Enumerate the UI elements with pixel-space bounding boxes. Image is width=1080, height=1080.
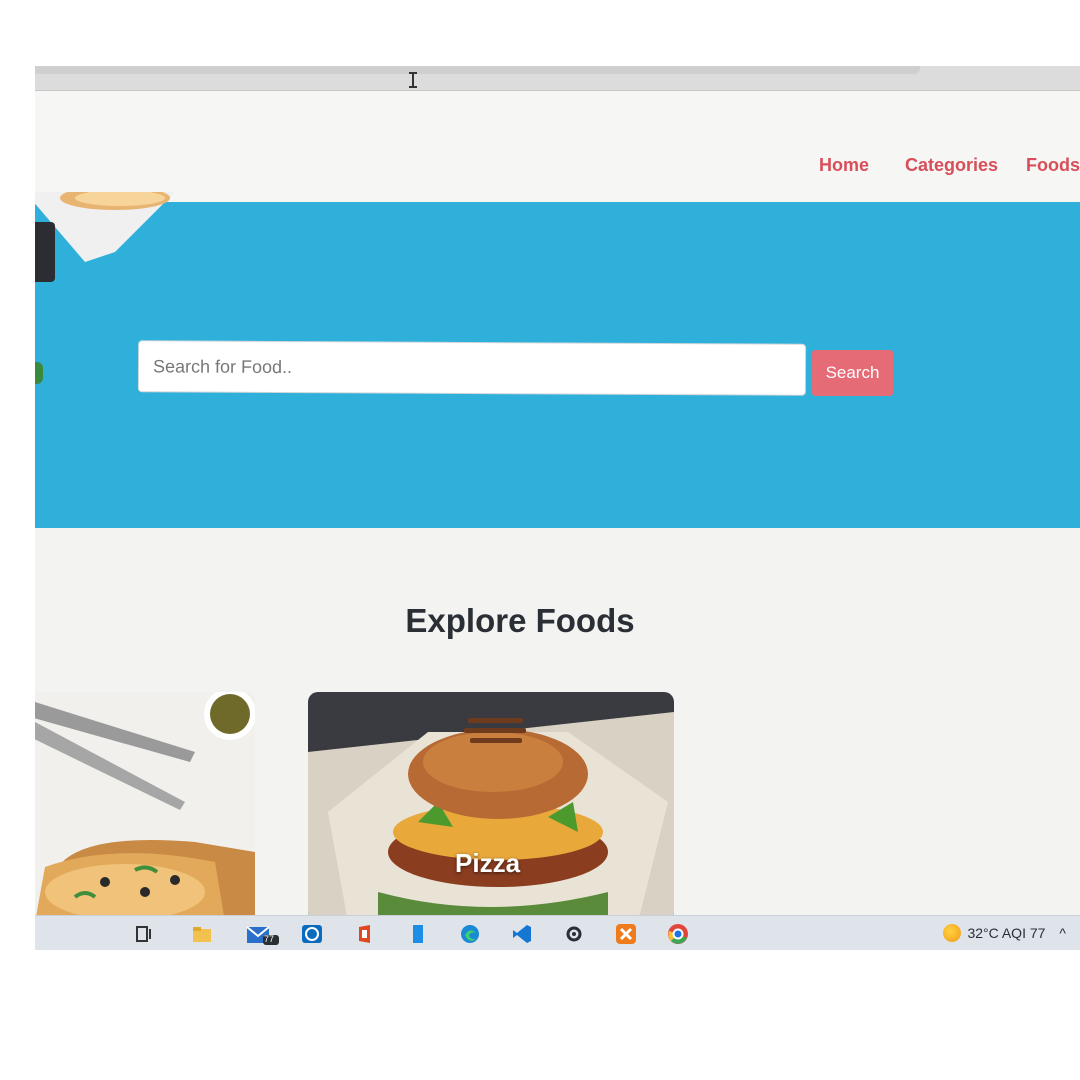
pizza-board-image bbox=[35, 692, 255, 922]
windows-taskbar: 77 32°C AQI 77 ^ bbox=[35, 915, 1080, 950]
chrome-icon[interactable] bbox=[667, 923, 689, 945]
nav-foods-link[interactable]: Foods bbox=[1026, 155, 1080, 176]
settings-icon[interactable] bbox=[563, 923, 585, 945]
browser-screen: Home Categories Foods Search Explore Foo… bbox=[35, 66, 1080, 950]
edge-icon[interactable] bbox=[459, 923, 481, 945]
file-explorer-icon[interactable] bbox=[191, 923, 213, 945]
nav-categories-link[interactable]: Categories bbox=[905, 155, 998, 176]
food-card-label: Pizza bbox=[455, 848, 521, 878]
food-card-pizza-board[interactable] bbox=[35, 692, 255, 922]
hero-background-image bbox=[35, 222, 55, 282]
weather-text: 32°C AQI 77 bbox=[967, 925, 1046, 941]
store-icon[interactable] bbox=[407, 923, 429, 945]
hero-leaf-decoration bbox=[35, 362, 43, 384]
text-cursor-icon bbox=[409, 72, 417, 88]
weather-sun-icon bbox=[943, 924, 962, 942]
office-icon[interactable] bbox=[354, 923, 376, 945]
search-button[interactable]: Search bbox=[812, 350, 893, 396]
task-view-icon[interactable] bbox=[133, 923, 155, 945]
chevron-up-icon[interactable]: ^ bbox=[1059, 925, 1066, 941]
food-card-pizza[interactable]: Pizza bbox=[308, 692, 674, 922]
explore-foods-heading: Explore Foods bbox=[405, 602, 635, 639]
nav-home-link[interactable]: Home bbox=[819, 155, 869, 176]
food-search-hero: Search bbox=[35, 192, 1080, 528]
pizza-box-image bbox=[35, 192, 175, 262]
burger-image bbox=[308, 692, 674, 922]
xampp-icon[interactable] bbox=[615, 923, 637, 945]
taskbar-weather[interactable]: 32°C AQI 77 ^ bbox=[943, 924, 1066, 942]
browser-address-strip bbox=[35, 66, 1080, 91]
vscode-icon[interactable] bbox=[511, 923, 533, 945]
food-search-input[interactable] bbox=[137, 340, 807, 396]
dell-icon[interactable] bbox=[301, 923, 323, 945]
browser-tab-bar bbox=[35, 66, 920, 74]
mail-badge: 77 bbox=[264, 934, 275, 944]
